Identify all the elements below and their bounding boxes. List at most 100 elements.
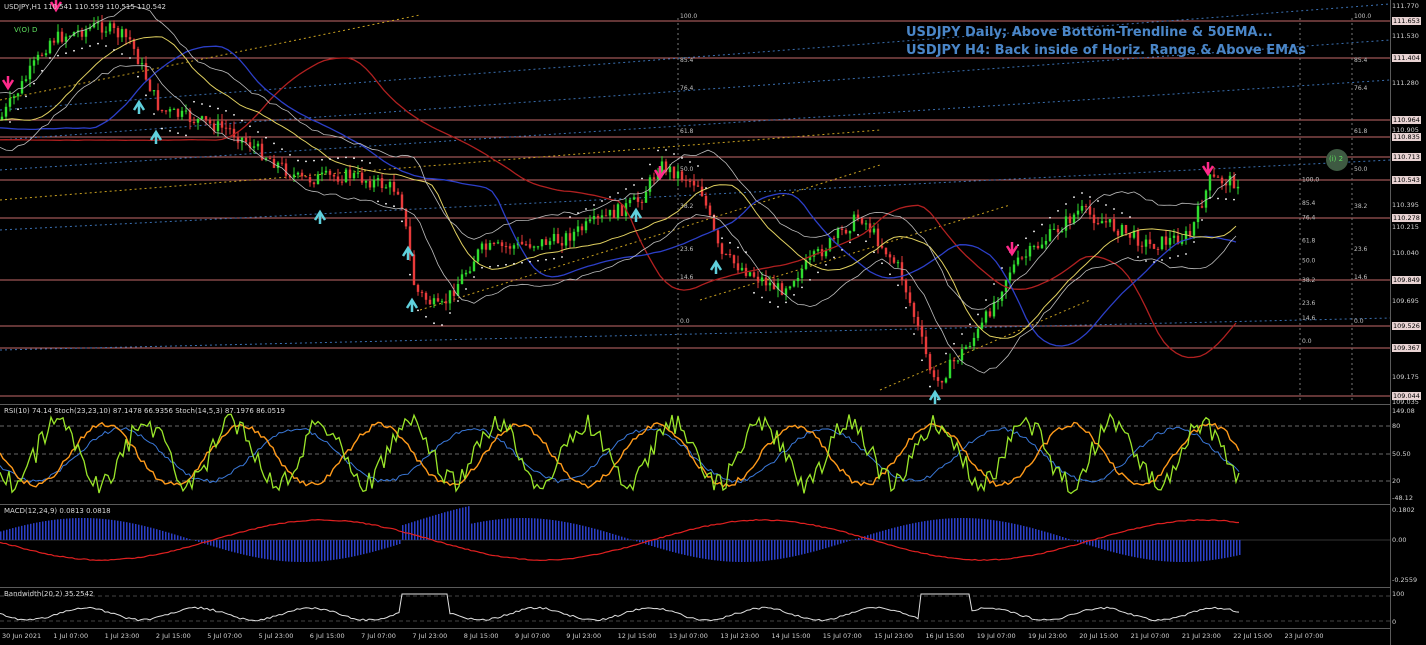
- macd-bar: [18, 526, 20, 540]
- macd-bar: [678, 540, 680, 554]
- sar-dot: [305, 160, 307, 163]
- sar-dot: [1041, 223, 1043, 226]
- fib-label: 100.0: [1302, 177, 1319, 184]
- macd-bar: [1104, 540, 1106, 550]
- candle-body: [988, 311, 992, 317]
- macd-bar: [849, 540, 851, 541]
- sar-dot: [1129, 216, 1131, 218]
- candle-body: [564, 233, 568, 246]
- stoch-pane[interactable]: RSI(10) 74.14 Stoch(23,23,10) 87.1478 66…: [0, 405, 1390, 505]
- candle-body: [1108, 219, 1112, 223]
- candle-body: [44, 53, 48, 56]
- macd-bar: [249, 540, 251, 557]
- macd-bar: [114, 520, 116, 540]
- sar-dot: [513, 262, 515, 265]
- macd-bar: [390, 540, 392, 547]
- sar-dot: [225, 109, 227, 112]
- time-label: 14 Jul 15:00: [771, 632, 811, 640]
- candle-body: [104, 31, 108, 33]
- fib-label: 61.8: [1302, 237, 1316, 244]
- candle-body: [544, 239, 548, 245]
- macd-bar: [474, 522, 476, 540]
- macd-bar: [1119, 540, 1121, 554]
- time-axis[interactable]: 30 Jun 2021 1 Jul 07:00 1 Jul 23:00 2 Jul 1…: [0, 629, 1390, 645]
- sar-dot: [1217, 197, 1219, 200]
- candle-body: [120, 29, 124, 38]
- candle-body: [740, 267, 744, 271]
- macd-bar: [1137, 540, 1139, 558]
- candle-body: [164, 110, 168, 112]
- sar-dot: [185, 134, 187, 137]
- candle-body: [636, 197, 640, 202]
- macd-bar: [783, 540, 785, 559]
- macd-bar: [108, 519, 110, 540]
- macd-bar: [621, 536, 623, 540]
- candle-body: [176, 108, 180, 117]
- candle-body: [1040, 244, 1044, 249]
- sar-dot: [201, 103, 203, 105]
- candle-body: [1036, 245, 1040, 249]
- macd-bar: [1143, 540, 1145, 559]
- sar-dot: [777, 305, 779, 308]
- candle-body: [348, 169, 352, 179]
- candle-body: [984, 311, 988, 323]
- sar-dot: [849, 241, 851, 244]
- candle-body: [1144, 239, 1148, 247]
- price-pane[interactable]: 100.0 85.4 76.4 61.8 50.0 38.2 23.6 14.6 0.0 100.…: [0, 0, 1390, 405]
- macd-bar: [42, 521, 44, 540]
- macd-bar: [609, 532, 611, 540]
- mt4-chart-window[interactable]: 100.0 85.4 76.4 61.8 50.0 38.2 23.6 14.6 0.0 100.…: [0, 0, 1426, 645]
- candle-body: [676, 171, 680, 179]
- macd-bar: [777, 540, 779, 560]
- candle-body: [792, 281, 796, 287]
- sar-dot: [641, 177, 643, 180]
- candle-body: [448, 290, 452, 304]
- buy-arrow-icon: [928, 389, 942, 404]
- macd-bar: [1029, 527, 1031, 540]
- time-label: 13 Jul 07:00: [668, 632, 708, 640]
- macd-bar: [333, 540, 335, 560]
- macd-bar: [1221, 540, 1223, 559]
- macd-bar: [126, 522, 128, 540]
- candle-body: [628, 199, 632, 204]
- macd-bar: [144, 526, 146, 540]
- macd-chart[interactable]: [0, 505, 1390, 587]
- sar-dot: [1121, 212, 1123, 214]
- candle-body: [796, 277, 800, 282]
- macd-bar: [9, 528, 11, 540]
- macd-bar: [471, 523, 473, 540]
- bandwidth-pane[interactable]: Bandwidth(20,2) 35.2542: [0, 588, 1390, 629]
- macd-bar: [1155, 540, 1157, 561]
- macd-pane[interactable]: MACD(12,24,9) 0.0813 0.0818: [0, 505, 1390, 588]
- macd-bar: [1161, 540, 1163, 562]
- candle-body: [848, 230, 852, 234]
- stoch-chart[interactable]: [0, 405, 1390, 504]
- candle-body: [128, 37, 132, 40]
- sar-dot: [1193, 241, 1195, 243]
- candle-body: [16, 93, 20, 97]
- macd-bar: [1227, 540, 1229, 558]
- sar-dot: [1033, 230, 1035, 233]
- macd-bar: [588, 527, 590, 540]
- candle-body: [64, 36, 68, 42]
- price-chart[interactable]: 100.0 85.4 76.4 61.8 50.0 38.2 23.6 14.6 0.0 100.…: [0, 0, 1390, 404]
- candle-body: [1232, 175, 1236, 189]
- candle-body: [708, 205, 712, 216]
- macd-bar: [918, 522, 920, 540]
- candle-body: [864, 223, 868, 225]
- sar-dot: [417, 309, 419, 312]
- sar-dot: [561, 256, 563, 258]
- sar-dot: [497, 264, 499, 267]
- macd-bar: [48, 520, 50, 540]
- candle-body: [432, 298, 436, 305]
- candle-body: [488, 243, 492, 250]
- candle-body: [180, 110, 184, 117]
- macd-bar: [444, 512, 446, 540]
- macd-bar: [558, 520, 560, 540]
- macd-bar: [81, 518, 83, 540]
- macd-bar: [324, 540, 326, 561]
- sar-dot: [105, 45, 107, 47]
- buy-arrow-icon: [401, 245, 415, 260]
- candle-body: [100, 22, 104, 33]
- bandwidth-chart[interactable]: [0, 588, 1390, 628]
